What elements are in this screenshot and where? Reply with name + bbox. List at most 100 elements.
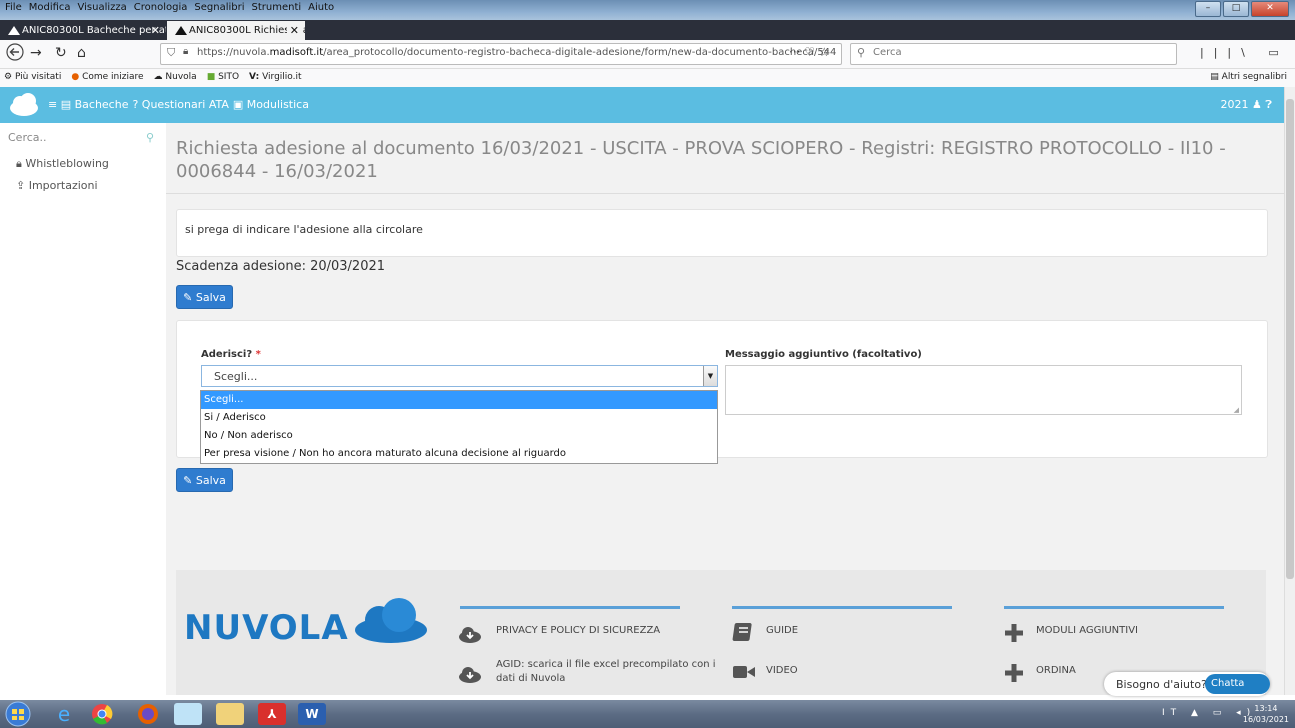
back-arrow-icon [6,43,24,61]
url-text: https://nuvola.madisoft.it/area_protocol… [197,47,837,58]
navigation-bar: → ↻ ⌂ ⛉ 🔒︎ https://nuvola.madisoft.it/ar… [0,40,1295,69]
window-controls: – □ ✕ [1195,1,1289,17]
media-player-icon[interactable] [174,703,202,725]
sidebar-item-importazioni[interactable]: ⇪ Importazioni [16,179,98,192]
nav-bacheche[interactable]: ≡ ▤ Bacheche [48,98,128,111]
menu-cronologia[interactable]: Cronologia [133,2,189,13]
forward-button[interactable]: → [30,45,42,61]
chrome-icon[interactable] [88,703,116,725]
bookmark-come-iniziare[interactable]: ● Come iniziare [71,72,143,82]
app-nav: ≡ ▤ Bacheche ? Questionari ATA ▣ Modulis… [48,98,309,111]
help-icon[interactable]: ❓︎ [1265,98,1272,111]
clock[interactable]: 13:14 16/03/2021 [1243,703,1289,725]
search-icon[interactable]: ⚲ [146,131,154,144]
tab-richiesta-adesione[interactable]: ANIC80300L Richiesta adesione ✕ [167,21,305,40]
message-textarea[interactable]: ◢ [725,365,1242,415]
nav-questionari-ata[interactable]: ? Questionari ATA [132,98,228,111]
tab-close-icon[interactable]: ✕ [151,21,160,40]
footer-link-guide[interactable]: GUIDE [766,624,798,638]
edit-icon: ✎ [183,474,193,487]
menu-strumenti[interactable]: Strumenti [251,2,303,13]
bookmark-sito[interactable]: ■ SITO [207,72,239,82]
menu-visualizza[interactable]: Visualizza [77,2,128,13]
save-button-bottom[interactable]: ✎ Salva [176,468,233,492]
message-label: Messaggio aggiuntivo (facoltativo) [725,349,922,360]
cloud-logo-icon[interactable] [8,90,40,118]
search-bar[interactable]: ⚲ Cerca [850,43,1177,65]
toolbar-right-icons[interactable]: |||\ ▭ ◉ ≡ [1200,46,1295,59]
chat-now-button[interactable]: Chatta adesso [1205,674,1270,709]
option-scegli[interactable]: Scegli... [201,391,717,409]
back-button[interactable] [6,43,24,65]
tab-close-icon[interactable]: ✕ [286,21,299,40]
file-explorer-icon[interactable] [216,703,244,725]
deadline-text: Scadenza adesione: 20/03/2021 [176,259,386,274]
book-icon [732,623,752,641]
other-bookmarks[interactable]: ▤ Altri segnalibri [1210,72,1287,82]
adherence-select[interactable]: Scegli... ▼ [201,365,718,387]
firefox-icon[interactable] [134,703,162,725]
help-chat-widget: Bisogno d'aiuto? Chatta adesso [1104,672,1270,709]
acrobat-icon[interactable]: ⅄ [258,703,286,725]
footer-divider [460,606,680,609]
window-titlebar: File Modifica Visualizza Cronologia Segn… [0,0,1295,20]
plus-icon [1005,624,1023,642]
bookmark-virgilio[interactable]: V: Virgilio.it [249,72,302,82]
search-placeholder: Cerca [873,47,902,58]
save-button-top[interactable]: ✎ Salva [176,285,233,309]
cloud-logo-icon [355,598,427,643]
footer-link-moduli[interactable]: MODULI AGGIUNTIVI [1036,624,1138,638]
app-header: ≡ ▤ Bacheche ? Questionari ATA ▣ Modulis… [0,87,1284,123]
minimize-button[interactable]: – [1195,1,1221,17]
url-bar[interactable]: ⛉ 🔒︎ https://nuvola.madisoft.it/area_pro… [160,43,842,65]
close-window-button[interactable]: ✕ [1251,1,1289,17]
menu-bar: File Modifica Visualizza Cronologia Segn… [4,2,335,13]
cloud-download-icon [459,627,481,643]
shield-icon: ⛉ [167,46,176,59]
nuvola-favicon-icon [175,26,187,35]
footer-link-privacy[interactable]: PRIVACY E POLICY DI SICUREZZA [496,624,660,638]
plus-icon [1005,664,1023,682]
user-icon[interactable]: ♟ [1252,98,1262,111]
option-no-non-aderisco[interactable]: No / Non aderisco [201,427,717,445]
maximize-button[interactable]: □ [1223,1,1249,17]
home-button[interactable]: ⌂ [77,45,86,61]
sidebar-search-input[interactable]: Cerca.. [8,131,47,144]
chevron-down-icon[interactable]: ▼ [703,366,717,386]
adherence-dropdown: Scegli... Si / Aderisco No / Non aderisc… [200,390,718,464]
nav-modulistica[interactable]: ▣ Modulistica [233,98,309,111]
page-title: Richiesta adesione al documento 16/03/20… [176,138,1226,182]
bookmarks-bar: ⚙ Più visitati ● Come iniziare ☁ Nuvola … [0,69,1295,88]
resize-handle-icon[interactable]: ◢ [1234,406,1239,414]
footer-link-agid[interactable]: AGID: scarica il file excel precompilato… [496,658,716,686]
reload-button[interactable]: ↻ [55,45,67,61]
tab-bar: ANIC80300L Bacheche per ata ✕ ANIC80300L… [0,20,1295,57]
edit-icon: ✎ [183,291,193,304]
tab-bacheche[interactable]: ANIC80300L Bacheche per ata ✕ [0,21,166,40]
menu-file[interactable]: File [4,2,23,13]
header-right: 2021 ♟ ❓︎ [1221,98,1273,112]
menu-aiuto[interactable]: Aiuto [307,2,335,13]
lock-icon: 🔒︎ [16,157,22,170]
page-actions[interactable]: ··· ♡ ☆ [789,45,830,59]
scrollbar-thumb[interactable] [1286,99,1294,579]
bookmark-piu-visitati[interactable]: ⚙ Più visitati [4,72,61,82]
select-value: Scegli... [214,370,258,383]
sidebar-item-whistleblowing[interactable]: 🔒︎ Whistleblowing [16,157,109,171]
footer-link-video[interactable]: VIDEO [766,664,798,678]
search-icon: ⚲ [857,46,866,59]
menu-modifica[interactable]: Modifica [28,2,72,13]
menu-segnalibri[interactable]: Segnalibri [193,2,245,13]
option-presa-visione[interactable]: Per presa visione / Non ho ancora matura… [201,445,717,463]
adherence-label: Aderisci? * [201,349,261,360]
windows-taskbar: e ⅄ W IT ▲ ▭ ◂) 13:14 16/03/2021 [0,700,1295,728]
footer-link-ordina[interactable]: ORDINA [1036,664,1076,678]
page-scrollbar[interactable] [1284,87,1295,695]
option-si-aderisco[interactable]: Si / Aderisco [201,409,717,427]
start-button-icon[interactable] [4,701,32,727]
note-panel: si prega di indicare l'adesione alla cir… [176,209,1268,257]
bookmark-nuvola[interactable]: ☁ Nuvola [154,72,197,82]
internet-explorer-icon[interactable]: e [50,703,78,725]
year-selector[interactable]: 2021 [1221,98,1249,111]
word-icon[interactable]: W [298,703,326,725]
